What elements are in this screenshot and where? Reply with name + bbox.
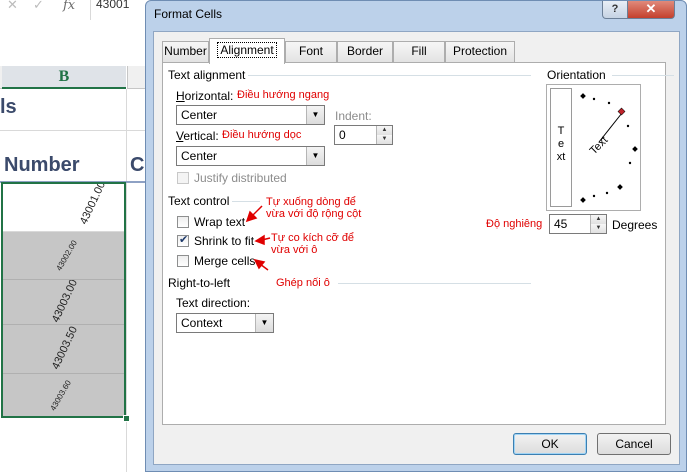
chevron-down-icon: ▼: [255, 314, 273, 332]
orientation-control[interactable]: Text Text: [546, 84, 641, 211]
right-to-left-group-label: Right-to-left: [168, 276, 231, 290]
degrees-spinner[interactable]: 45 ▲ ▼: [549, 214, 607, 234]
tab-alignment[interactable]: Alignment: [209, 38, 285, 64]
rotated-text: Text: [588, 134, 611, 157]
cancel-button[interactable]: Cancel: [597, 433, 671, 455]
text-direction-label: Text direction:: [176, 296, 251, 310]
annotation-degrees: Độ nghiêng: [486, 218, 543, 230]
ok-button[interactable]: OK: [513, 433, 587, 455]
orientation-dial[interactable]: Text: [547, 85, 642, 212]
spin-down-icon[interactable]: ▼: [590, 224, 606, 233]
degrees-label: Degrees: [612, 218, 658, 232]
text-direction-select[interactable]: Context ▼: [176, 313, 274, 333]
orientation-group-label: Orientation: [547, 68, 606, 82]
